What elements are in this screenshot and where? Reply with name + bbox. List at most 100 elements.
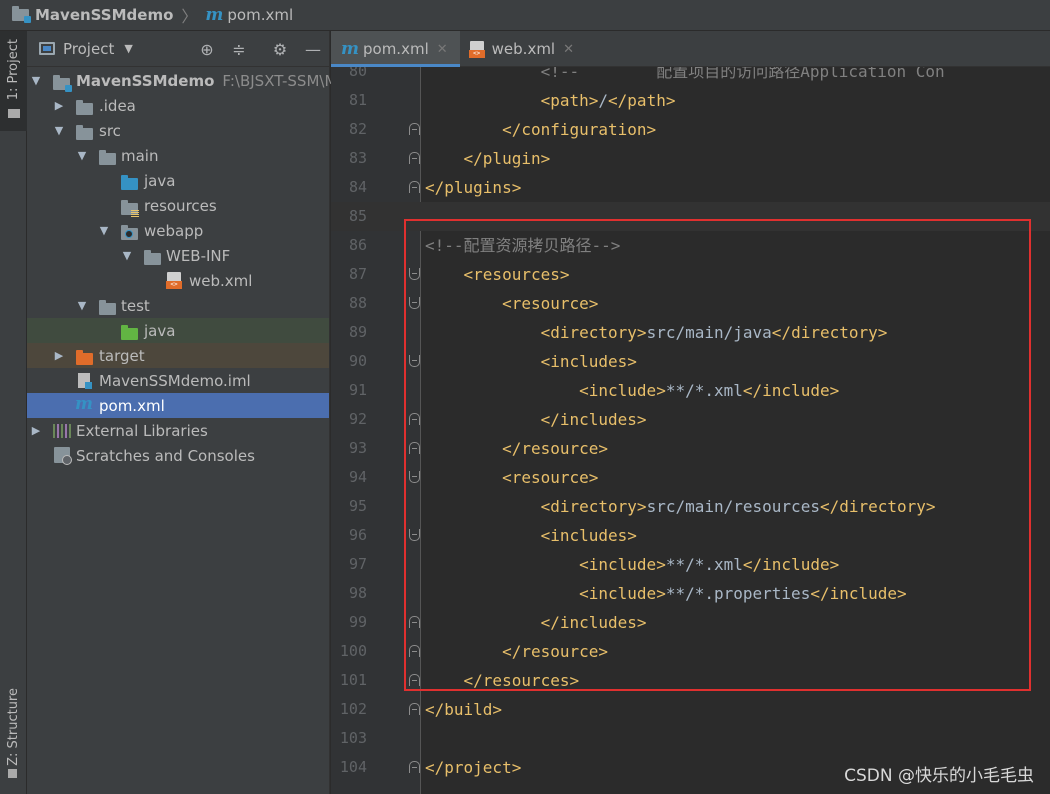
code-line[interactable]: 103 [331,724,1050,753]
breadcrumb-project[interactable]: MavenSSMdemo [12,6,173,24]
chevron-down-icon[interactable]: ▼ [124,42,132,55]
fold-marker-icon[interactable] [409,703,420,715]
tree-item-iml[interactable]: MavenSSMdemo.iml [27,368,329,393]
code-line[interactable]: 96 <includes> [331,521,1050,550]
fold-marker-icon[interactable] [409,355,420,367]
breadcrumb-file[interactable]: m pom.xml [205,5,293,25]
code-text: <resources> [463,265,570,284]
source-folder-icon [121,175,138,194]
tree-item-test-java[interactable]: java [27,318,329,343]
tree-item-label: target [99,346,145,365]
fold-marker-icon[interactable] [409,761,420,773]
breadcrumb-file-label: pom.xml [227,6,294,24]
tree-item-main[interactable]: ▼ main [27,143,329,168]
tree-item-path: F:\BJSXT-SSM\M [222,71,338,90]
tree-item-mavenssmdemo[interactable]: ▼ MavenSSMdemo F:\BJSXT-SSM\M [27,68,337,94]
tab-web-xml[interactable]: web.xml ✕ [460,31,586,67]
line-number: 102 [339,700,367,718]
tree-item-java[interactable]: java [27,168,329,193]
code-line[interactable]: 86 <!--配置资源拷贝路径--> [331,231,1050,260]
fold-marker-icon[interactable] [409,123,420,135]
fold-marker-icon[interactable] [409,442,420,454]
folder-icon [76,125,93,144]
project-panel-title[interactable]: Project [63,40,114,58]
fold-marker-icon[interactable] [409,616,420,628]
code-editor[interactable]: 80 <!-- 配置项目的访问路径Application Con 81 <path… [331,67,1050,794]
code-line[interactable]: 99 </includes> [331,608,1050,637]
tree-item-web-inf[interactable]: ▼ WEB-INF [27,243,329,268]
line-number: 89 [348,323,367,341]
tree-item-target[interactable]: ▶ target [27,343,329,368]
code-line[interactable]: 92 </includes> [331,405,1050,434]
code-line[interactable]: 81 <path>/</path> [331,86,1050,115]
fold-marker-icon[interactable] [409,152,420,164]
locate-file-icon[interactable]: ⊕ [197,39,217,59]
close-icon[interactable]: ✕ [563,42,574,57]
code-line[interactable]: 95 <directory>src/main/resources</direct… [331,492,1050,521]
code-line[interactable]: 80 <!-- 配置项目的访问路径Application Con [331,67,1050,86]
expand-arrow-icon[interactable]: ▼ [121,249,133,262]
expand-arrow-icon[interactable]: ▶ [53,99,65,112]
code-line[interactable]: 84 </plugins> [331,173,1050,202]
breadcrumb-project-label: MavenSSMdemo [35,6,174,24]
tree-item-idea[interactable]: ▶ .idea [27,93,329,118]
tab-pom-xml[interactable]: m pom.xml ✕ [331,31,460,67]
code-line[interactable]: 89 <directory>src/main/java</directory> [331,318,1050,347]
tree-item-resources[interactable]: resources [27,193,329,218]
collapse-all-icon[interactable]: ≑ [229,39,249,59]
line-number: 100 [339,642,367,660]
code-line[interactable]: 90 <includes> [331,347,1050,376]
tree-item-test[interactable]: ▼ test [27,293,329,318]
expand-arrow-icon[interactable]: ▼ [30,74,42,87]
fold-marker-icon[interactable] [409,645,420,657]
code-line[interactable]: 97 <include>**/*.xml</include> [331,550,1050,579]
project-tree: ▼ MavenSSMdemo F:\BJSXT-SSM\M ▶ .idea ▼ s… [27,68,337,468]
fold-marker-icon[interactable] [409,297,420,309]
code-line[interactable]: 98 <include>**/*.properties</include> [331,579,1050,608]
folder-icon [99,150,116,169]
expand-arrow-icon[interactable]: ▶ [53,349,65,362]
code-line[interactable]: 100 </resource> [331,637,1050,666]
tree-item-external-libraries[interactable]: ▶ External Libraries [27,418,329,443]
code-line[interactable]: 83 </plugin> [331,144,1050,173]
excluded-folder-icon [76,350,93,369]
line-number: 95 [348,497,367,515]
tree-item-label: main [121,146,159,165]
hide-panel-icon[interactable]: — [303,39,323,59]
tree-item-pom-xml[interactable]: m pom.xml [27,393,329,418]
fold-marker-icon[interactable] [409,471,420,483]
tree-item-web-xml[interactable]: web.xml [27,268,329,293]
fold-marker-icon[interactable] [409,268,420,280]
project-panel: Project ▼ ⊕ ≑ ⚙ — ▼ MavenSSMdemo F:\BJSXT… [27,31,337,794]
expand-arrow-icon[interactable]: ▼ [53,124,65,137]
project-panel-header: Project ▼ ⊕ ≑ ⚙ — [27,31,329,67]
test-folder-icon [121,325,138,344]
expand-arrow-icon[interactable]: ▼ [76,299,88,312]
tree-item-src[interactable]: ▼ src [27,118,329,143]
tree-item-webapp[interactable]: ▼ webapp [27,218,329,243]
code-line[interactable]: 101 </resources> [331,666,1050,695]
fold-marker-icon[interactable] [409,674,420,686]
expand-arrow-icon[interactable]: ▼ [76,149,88,162]
expand-arrow-icon[interactable]: ▶ [30,424,42,437]
code-line[interactable]: 87 <resources> [331,260,1050,289]
tree-item-scratches[interactable]: Scratches and Consoles [27,443,329,468]
maven-file-icon: m [205,5,224,25]
fold-marker-icon[interactable] [409,529,420,541]
line-number: 91 [348,381,367,399]
close-icon[interactable]: ✕ [437,42,448,57]
gear-icon[interactable]: ⚙ [270,39,290,59]
code-line[interactable]: 93 </resource> [331,434,1050,463]
code-line[interactable]: 102 </build> [331,695,1050,724]
module-folder-icon [53,75,72,94]
code-line[interactable]: 88 <resource> [331,289,1050,318]
code-line[interactable]: 94 <resource> [331,463,1050,492]
code-line[interactable]: 85 [331,202,1050,231]
project-tool-tab[interactable]: 1: Project [0,31,27,131]
expand-arrow-icon[interactable]: ▼ [98,224,110,237]
structure-tool-tab[interactable]: Z: Structure [0,681,27,791]
code-line[interactable]: 91 <include>**/*.xml</include> [331,376,1050,405]
fold-marker-icon[interactable] [409,181,420,193]
fold-marker-icon[interactable] [409,413,420,425]
code-line[interactable]: 82 </configuration> [331,115,1050,144]
